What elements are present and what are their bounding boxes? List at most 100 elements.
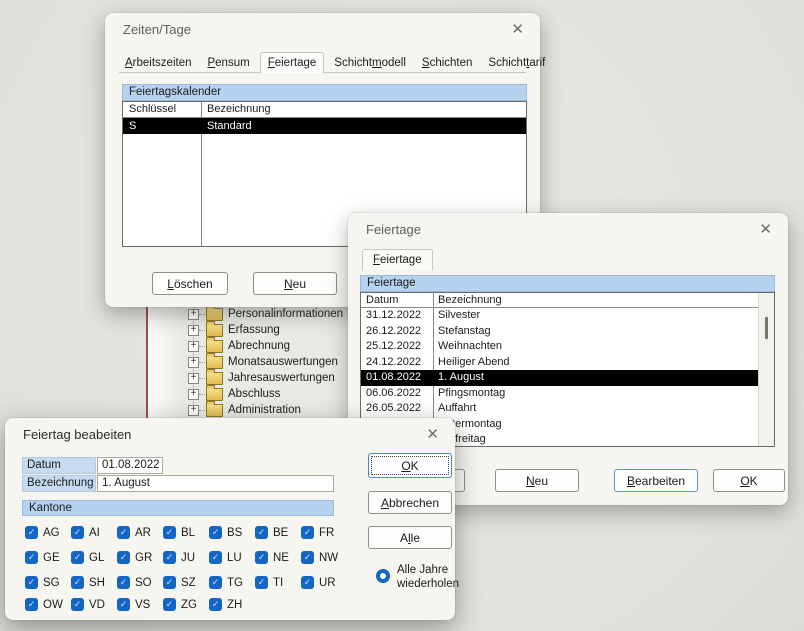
kanton-gl[interactable]: GL bbox=[71, 551, 117, 564]
checkbox-checked-icon[interactable] bbox=[255, 576, 268, 589]
checkbox-checked-icon[interactable] bbox=[301, 576, 314, 589]
kanton-so[interactable]: SO bbox=[117, 576, 163, 589]
plus-expander-icon[interactable] bbox=[188, 309, 199, 320]
column-header-bezeichnung[interactable]: Bezeichnung bbox=[201, 102, 271, 117]
plus-expander-icon[interactable] bbox=[188, 325, 199, 336]
bezeichnung-field[interactable]: 1. August bbox=[97, 475, 334, 492]
neu-button[interactable]: Neu bbox=[495, 469, 579, 492]
tree-item-jahresauswertungen[interactable]: Jahresauswertungen bbox=[188, 370, 335, 386]
close-icon[interactable]: ✕ bbox=[759, 220, 772, 238]
tree-item-administration[interactable]: Administration bbox=[188, 402, 301, 418]
kanton-lu[interactable]: LU bbox=[209, 551, 255, 564]
close-icon[interactable]: ✕ bbox=[426, 425, 439, 443]
kanton-ai[interactable]: AI bbox=[71, 526, 117, 539]
ok-button[interactable]: OK bbox=[713, 469, 785, 492]
datum-field[interactable]: 01.08.2022 bbox=[97, 457, 163, 474]
abbrechen-button[interactable]: Abbrechen bbox=[368, 491, 452, 514]
tab-feiertage[interactable]: Feiertage bbox=[362, 249, 433, 271]
table-row[interactable]: 06.06.2022Pfingsmontag bbox=[361, 386, 758, 402]
tab-schichtmodell[interactable]: Schichtmodell bbox=[328, 55, 412, 72]
kanton-vd[interactable]: VD bbox=[71, 598, 117, 611]
tree-item-erfassung[interactable]: Erfassung bbox=[188, 322, 280, 338]
checkbox-checked-icon[interactable] bbox=[71, 551, 84, 564]
loeschen-button[interactable]: Löschen bbox=[152, 272, 228, 295]
kanton-gr[interactable]: GR bbox=[117, 551, 163, 564]
tree-item-personalinformationen[interactable]: Personalinformationen bbox=[188, 306, 343, 322]
checkbox-checked-icon[interactable] bbox=[163, 576, 176, 589]
plus-expander-icon[interactable] bbox=[188, 341, 199, 352]
close-icon[interactable]: ✕ bbox=[511, 20, 524, 38]
alle-button[interactable]: Alle bbox=[368, 526, 452, 549]
column-header-bezeichnung[interactable]: Bezeichnung bbox=[433, 293, 502, 307]
kanton-ar[interactable]: AR bbox=[117, 526, 163, 539]
checkbox-checked-icon[interactable] bbox=[25, 598, 38, 611]
kanton-bs[interactable]: BS bbox=[209, 526, 255, 539]
checkbox-checked-icon[interactable] bbox=[117, 598, 130, 611]
table-row[interactable]: 24.12.2022Heiliger Abend bbox=[361, 355, 758, 371]
tree-item-monatsauswertungen[interactable]: Monatsauswertungen bbox=[188, 354, 338, 370]
checkbox-checked-icon[interactable] bbox=[117, 526, 130, 539]
bearbeiten-button[interactable]: Bearbeiten bbox=[614, 469, 698, 492]
radio-selected-icon[interactable] bbox=[376, 569, 390, 583]
kanton-tg[interactable]: TG bbox=[209, 576, 255, 589]
plus-expander-icon[interactable] bbox=[188, 373, 199, 384]
kanton-sg[interactable]: SG bbox=[25, 576, 71, 589]
tree-item-abschluss[interactable]: Abschluss bbox=[188, 386, 280, 402]
plus-expander-icon[interactable] bbox=[188, 405, 199, 416]
kanton-ju[interactable]: JU bbox=[163, 551, 209, 564]
neu-button[interactable]: Neu bbox=[253, 272, 337, 295]
kanton-zh[interactable]: ZH bbox=[209, 598, 255, 611]
kanton-sz[interactable]: SZ bbox=[163, 576, 209, 589]
kanton-nw[interactable]: NW bbox=[301, 551, 347, 564]
checkbox-checked-icon[interactable] bbox=[163, 598, 176, 611]
checkbox-checked-icon[interactable] bbox=[255, 551, 268, 564]
kanton-zg[interactable]: ZG bbox=[163, 598, 209, 611]
checkbox-checked-icon[interactable] bbox=[301, 526, 314, 539]
checkbox-checked-icon[interactable] bbox=[209, 526, 222, 539]
table-row-selected[interactable]: 01.08.20221. August bbox=[361, 370, 758, 386]
kanton-bl[interactable]: BL bbox=[163, 526, 209, 539]
tab-schichttarif[interactable]: Schichttarif bbox=[482, 55, 551, 72]
table-row[interactable]: 31.12.2022Silvester bbox=[361, 308, 758, 324]
checkbox-checked-icon[interactable] bbox=[209, 598, 222, 611]
table-row[interactable]: 26.05.2022Auffahrt bbox=[361, 401, 758, 417]
checkbox-checked-icon[interactable] bbox=[71, 598, 84, 611]
kanton-ow[interactable]: OW bbox=[25, 598, 71, 611]
tab-schichten[interactable]: Schichten bbox=[416, 55, 479, 72]
column-header-datum[interactable]: Datum bbox=[361, 293, 433, 307]
kanton-fr[interactable]: FR bbox=[301, 526, 347, 539]
table-row[interactable]: 26.12.2022Stefanstag bbox=[361, 324, 758, 340]
plus-expander-icon[interactable] bbox=[188, 357, 199, 368]
checkbox-checked-icon[interactable] bbox=[117, 576, 130, 589]
kanton-ne[interactable]: NE bbox=[255, 551, 301, 564]
scrollbar-thumb[interactable] bbox=[765, 317, 768, 339]
checkbox-checked-icon[interactable] bbox=[25, 576, 38, 589]
kanton-ur[interactable]: UR bbox=[301, 576, 347, 589]
checkbox-checked-icon[interactable] bbox=[209, 551, 222, 564]
checkbox-checked-icon[interactable] bbox=[301, 551, 314, 564]
kanton-be[interactable]: BE bbox=[255, 526, 301, 539]
checkbox-checked-icon[interactable] bbox=[163, 551, 176, 564]
table-row-selected[interactable]: S Standard bbox=[123, 118, 526, 134]
checkbox-checked-icon[interactable] bbox=[209, 576, 222, 589]
checkbox-checked-icon[interactable] bbox=[25, 551, 38, 564]
tab-pensum[interactable]: Pensum bbox=[201, 55, 255, 72]
tree-item-abrechnung[interactable]: Abrechnung bbox=[188, 338, 290, 354]
checkbox-checked-icon[interactable] bbox=[71, 526, 84, 539]
checkbox-checked-icon[interactable] bbox=[117, 551, 130, 564]
ok-button[interactable]: OK bbox=[368, 453, 452, 478]
checkbox-checked-icon[interactable] bbox=[25, 526, 38, 539]
tab-feiertage[interactable]: Feiertage bbox=[260, 52, 325, 73]
kanton-vs[interactable]: VS bbox=[117, 598, 163, 611]
column-header-schluessel[interactable]: Schlüssel bbox=[123, 102, 201, 117]
checkbox-checked-icon[interactable] bbox=[71, 576, 84, 589]
checkbox-checked-icon[interactable] bbox=[255, 526, 268, 539]
kanton-ag[interactable]: AG bbox=[25, 526, 71, 539]
checkbox-checked-icon[interactable] bbox=[163, 526, 176, 539]
vertical-scrollbar[interactable] bbox=[758, 293, 774, 446]
plus-expander-icon[interactable] bbox=[188, 389, 199, 400]
tab-arbeitszeiten[interactable]: Arbeitszeiten bbox=[119, 55, 197, 72]
table-row[interactable]: 25.12.2022Weihnachten bbox=[361, 339, 758, 355]
kanton-ge[interactable]: GE bbox=[25, 551, 71, 564]
kanton-sh[interactable]: SH bbox=[71, 576, 117, 589]
